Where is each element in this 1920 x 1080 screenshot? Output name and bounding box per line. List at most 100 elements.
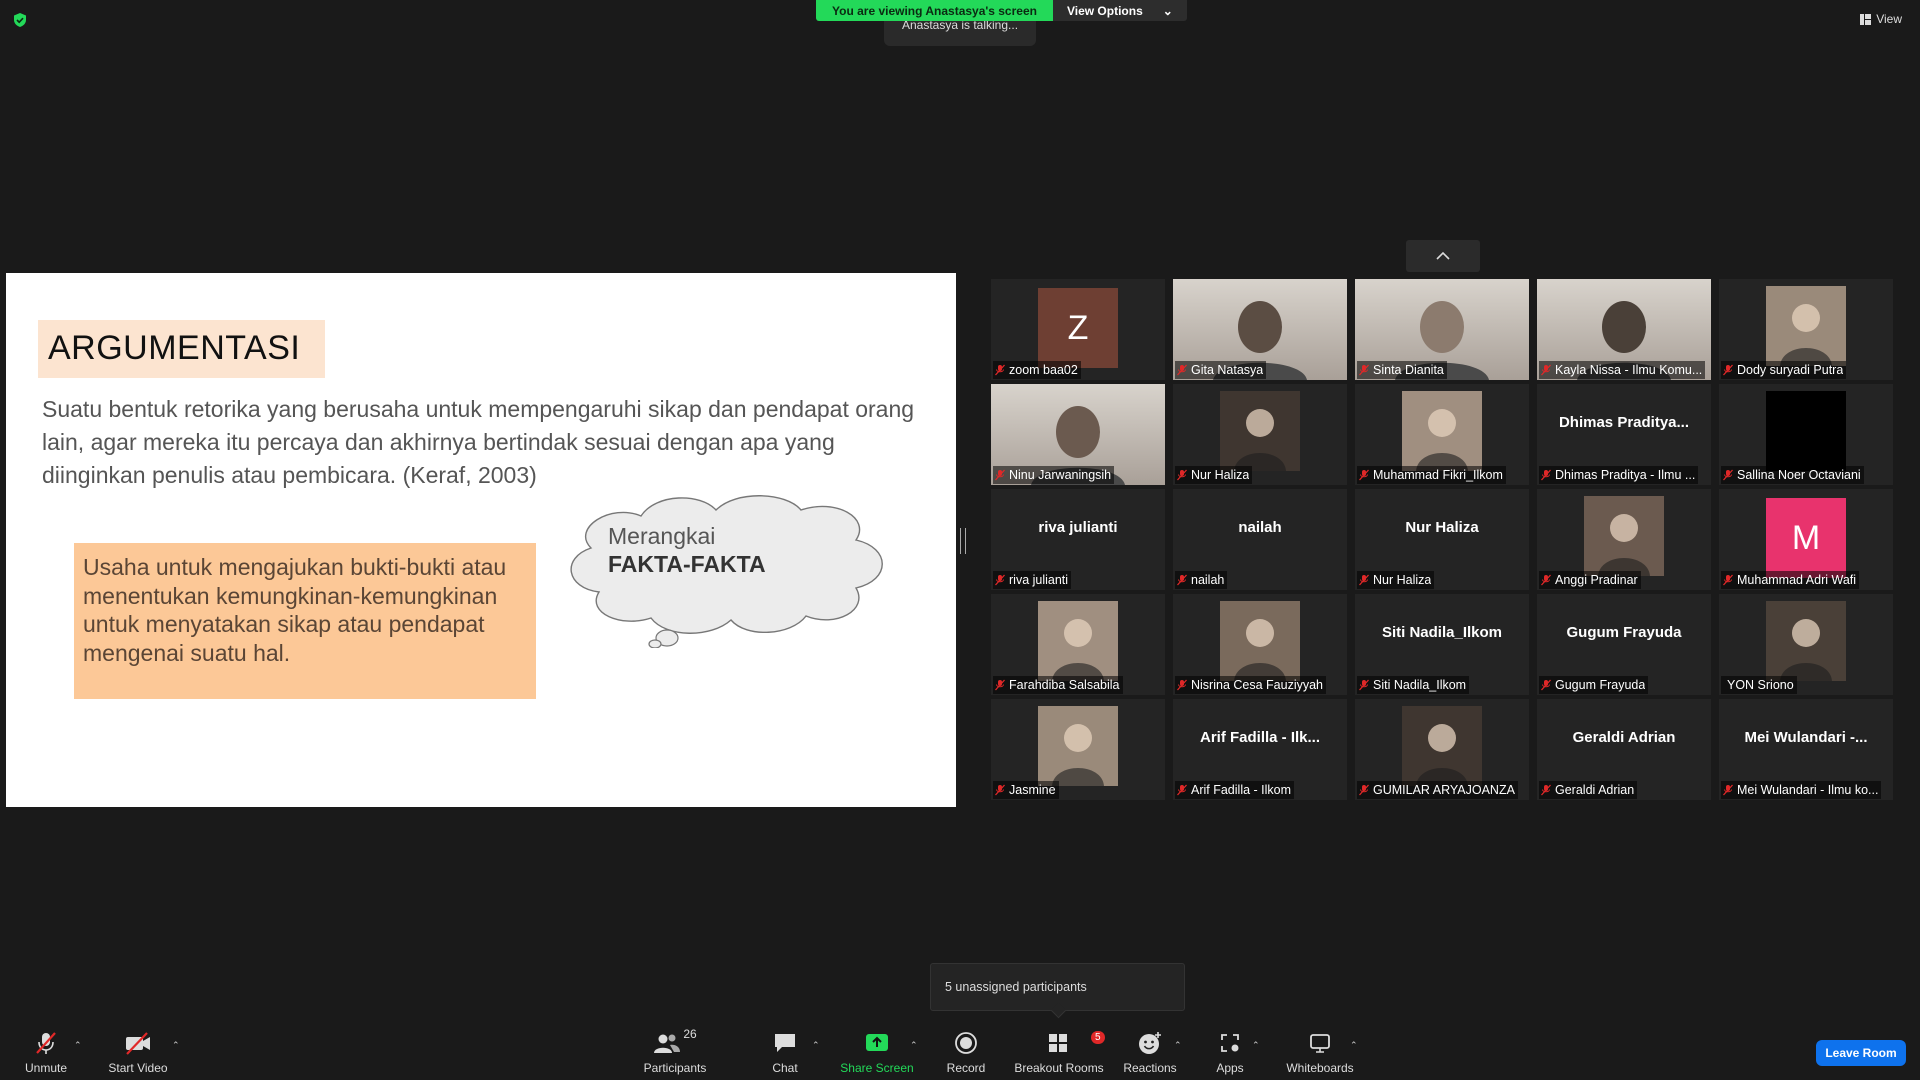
participant-name: Muhammad Adri Wafi: [1737, 573, 1857, 587]
security-shield-icon[interactable]: [12, 12, 28, 28]
participant-photo: [1220, 601, 1300, 681]
meeting-toolbar: Unmute ⌃ Start Video ⌃ 26 Participants C…: [0, 1024, 1920, 1080]
viewing-screen-label: You are viewing Anastasya's screen: [816, 0, 1053, 21]
microphone-muted-icon: [995, 364, 1005, 376]
apps-options-caret[interactable]: ⌃: [1252, 1040, 1260, 1051]
participant-tile[interactable]: riva julianti riva julianti: [991, 489, 1165, 590]
whiteboard-icon: [1310, 1034, 1330, 1053]
participant-name-label: riva julianti: [993, 571, 1072, 589]
chat-button[interactable]: Chat: [763, 1024, 807, 1080]
participant-name: nailah: [1191, 573, 1225, 587]
view-button-label: View: [1876, 12, 1902, 26]
participant-name-label: Gita Natasya: [1175, 361, 1267, 379]
highlight-box-text: Usaha untuk mengajukan bukti-bukti atau …: [83, 554, 507, 666]
microphone-muted-icon: [1359, 364, 1369, 376]
view-options-button[interactable]: View Options ⌄: [1052, 0, 1187, 21]
whiteboards-button[interactable]: Whiteboards: [1284, 1024, 1356, 1080]
participant-tile[interactable]: Zzoom baa02: [991, 279, 1165, 380]
participant-name-label: Gugum Frayuda: [1539, 676, 1649, 694]
share-screen-button[interactable]: Share Screen: [840, 1024, 914, 1080]
microphone-muted-icon: [995, 574, 1005, 586]
start-video-button[interactable]: Start Video: [106, 1024, 170, 1080]
leave-room-button[interactable]: Leave Room: [1816, 1040, 1906, 1066]
participant-name-label: Nur Haliza: [1357, 571, 1435, 589]
chat-label: Chat: [772, 1061, 798, 1075]
participant-name-label: Arif Fadilla - Ilkom: [1175, 781, 1295, 799]
microphone-muted-icon: [995, 784, 1005, 796]
record-label: Record: [946, 1061, 986, 1075]
participant-name-label: Dody suryadi Putra: [1721, 361, 1847, 379]
participant-name: Sallina Noer Octaviani: [1737, 468, 1861, 482]
view-button[interactable]: View: [1860, 12, 1902, 26]
participant-tile[interactable]: Farahdiba Salsabila: [991, 594, 1165, 695]
participant-name: Gugum Frayuda: [1555, 678, 1646, 692]
panel-splitter-handle[interactable]: [960, 528, 966, 554]
participant-tile[interactable]: YON Sriono: [1719, 594, 1893, 695]
microphone-muted-icon: [1723, 574, 1733, 586]
participant-tile[interactable]: Dody suryadi Putra: [1719, 279, 1893, 380]
chat-options-caret[interactable]: ⌃: [812, 1040, 820, 1051]
participant-tile[interactable]: Nur Haliza: [1173, 384, 1347, 485]
participant-tile[interactable]: Sinta Dianita: [1355, 279, 1529, 380]
participant-photo: [1220, 391, 1300, 471]
participant-name: Dody suryadi Putra: [1737, 363, 1844, 377]
participants-button[interactable]: 26 Participants: [640, 1024, 710, 1080]
reactions-options-caret[interactable]: ⌃: [1174, 1040, 1182, 1051]
participant-photo: [1402, 391, 1482, 471]
participant-tile[interactable]: Mei Wulandari -... Mei Wulandari - Ilmu k…: [1719, 699, 1893, 800]
participant-tile[interactable]: Muhammad Fikri_Ilkom: [1355, 384, 1529, 485]
cloud-text-line2: FAKTA-FAKTA: [608, 551, 766, 577]
audio-options-caret[interactable]: ⌃: [74, 1040, 82, 1051]
record-icon: [955, 1032, 977, 1054]
participant-name-label: Geraldi Adrian: [1539, 781, 1638, 799]
participant-tile[interactable]: M Muhammad Adri Wafi: [1719, 489, 1893, 590]
video-camera-off-icon: [126, 1032, 150, 1055]
grid-view-icon: [1860, 13, 1872, 25]
gallery-prev-page-button[interactable]: [1406, 240, 1480, 272]
participant-name: riva julianti: [1009, 573, 1069, 587]
microphone-muted-icon: [1541, 469, 1551, 481]
whiteboards-options-caret[interactable]: ⌃: [1350, 1040, 1358, 1051]
participant-name-label: Ninu Jarwaningsih: [993, 466, 1115, 484]
share-screen-label: Share Screen: [840, 1061, 914, 1075]
participant-tile[interactable]: Geraldi Adrian Geraldi Adrian: [1537, 699, 1711, 800]
participant-tile[interactable]: Dhimas Praditya... Dhimas Praditya - Ilmu…: [1537, 384, 1711, 485]
participant-tile[interactable]: Nisrina Cesa Fauziyyah: [1173, 594, 1347, 695]
participant-tile[interactable]: Siti Nadila_Ilkom Siti Nadila_Ilkom: [1355, 594, 1529, 695]
microphone-muted-icon: [1177, 364, 1187, 376]
participant-tile[interactable]: Nur Haliza Nur Haliza: [1355, 489, 1529, 590]
participant-tile[interactable]: Sallina Noer Octaviani: [1719, 384, 1893, 485]
participant-tile[interactable]: Anggi Pradinar: [1537, 489, 1711, 590]
breakout-unassigned-tooltip[interactable]: 5 unassigned participants: [930, 963, 1185, 1011]
participants-icon: [654, 1034, 681, 1053]
participant-tile[interactable]: Arif Fadilla - Ilk... Arif Fadilla - Ilko…: [1173, 699, 1347, 800]
participant-tile[interactable]: nailah nailah: [1173, 489, 1347, 590]
participant-photo: [1038, 706, 1118, 786]
participant-display-name: Dhimas Praditya...: [1558, 414, 1690, 431]
participant-name: Farahdiba Salsabila: [1009, 678, 1120, 692]
video-options-caret[interactable]: ⌃: [172, 1040, 180, 1051]
participant-photo: [1766, 601, 1846, 681]
microphone-muted-icon: [1723, 364, 1733, 376]
participant-tile[interactable]: Kayla Nissa - Ilmu Komu...: [1537, 279, 1711, 380]
participant-tile[interactable]: Gita Natasya: [1173, 279, 1347, 380]
share-options-caret[interactable]: ⌃: [910, 1040, 918, 1051]
record-button[interactable]: Record: [944, 1024, 988, 1080]
participant-name-label: Sallina Noer Octaviani: [1721, 466, 1864, 484]
apps-button[interactable]: Apps: [1210, 1024, 1250, 1080]
participant-tile[interactable]: Gugum Frayuda Gugum Frayuda: [1537, 594, 1711, 695]
participant-display-name: Siti Nadila_Ilkom: [1381, 624, 1503, 641]
participant-tile[interactable]: Ninu Jarwaningsih: [991, 384, 1165, 485]
participant-tile[interactable]: Jasmine: [991, 699, 1165, 800]
breakout-rooms-icon: [1049, 1034, 1067, 1052]
microphone-muted-icon: [1177, 574, 1187, 586]
view-options-label: View Options: [1066, 3, 1143, 18]
participant-tile[interactable]: GUMILAR ARYAJOANZA: [1355, 699, 1529, 800]
breakout-rooms-button[interactable]: 5 Breakout Rooms: [1012, 1024, 1106, 1080]
slide-definition: Suatu bentuk retorika yang berusaha untu…: [42, 396, 915, 488]
unmute-button[interactable]: Unmute: [22, 1024, 70, 1080]
whiteboards-label: Whiteboards: [1286, 1061, 1354, 1075]
cloud-text-line1: Merangkai: [608, 523, 716, 549]
reactions-button[interactable]: Reactions: [1123, 1024, 1177, 1080]
participant-photo: [1402, 706, 1482, 786]
